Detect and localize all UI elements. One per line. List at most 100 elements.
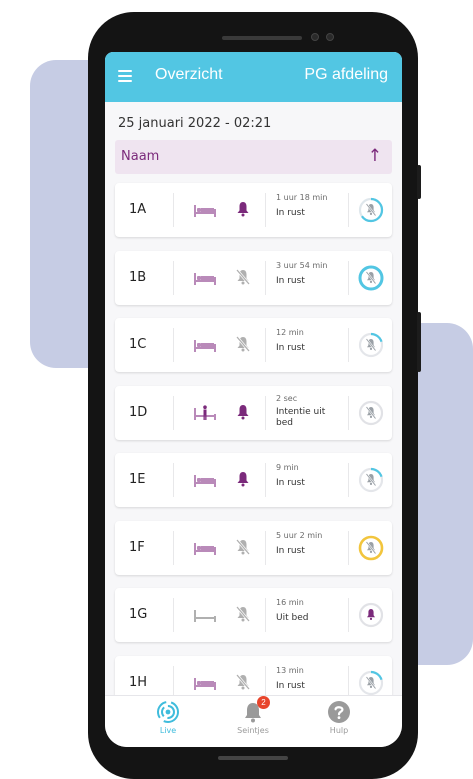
duration: 1 uur 18 min <box>276 193 328 202</box>
bed-status-icon <box>193 540 217 556</box>
bell-icon[interactable] <box>236 404 250 420</box>
divider <box>348 193 349 227</box>
divider <box>265 193 266 227</box>
duration: 12 min <box>276 328 304 337</box>
room-name: 1G <box>129 607 148 622</box>
duration: 3 uur 54 min <box>276 261 328 270</box>
notification-badge: 2 <box>257 696 270 709</box>
room-name: 1H <box>129 675 148 690</box>
divider <box>348 463 349 497</box>
room-status: In rust <box>276 546 305 556</box>
bed-status-icon <box>193 472 217 488</box>
bed-status-icon <box>193 607 217 623</box>
room-row[interactable]: 1G 16 min Uit bed <box>115 588 392 642</box>
bed-status-icon <box>193 202 217 218</box>
duration: 2 sec <box>276 394 298 403</box>
divider <box>348 328 349 362</box>
divider <box>348 598 349 632</box>
bed-status-icon <box>193 270 217 286</box>
room-status: Uit bed <box>276 613 309 623</box>
divider <box>265 463 266 497</box>
bed-status-icon <box>193 405 217 421</box>
sort-label: Naam <box>121 149 160 164</box>
room-status: In rust <box>276 276 305 286</box>
sort-bar[interactable]: Naam ↑ <box>115 140 392 174</box>
room-status: In rust <box>276 208 305 218</box>
room-status: In rust <box>276 343 305 353</box>
duration: 13 min <box>276 666 304 675</box>
divider <box>348 531 349 565</box>
room-row[interactable]: 1A 1 uur 18 min In rust <box>115 183 392 237</box>
alarm-ring-icon[interactable] <box>357 669 385 697</box>
department-selector[interactable]: PG afdeling <box>304 66 388 84</box>
room-status: Intentie uit bed <box>276 407 326 428</box>
app-screen: Overzicht PG afdeling 25 januari 2022 - … <box>105 52 402 747</box>
room-status: In rust <box>276 478 305 488</box>
room-name: 1B <box>129 270 147 285</box>
divider <box>173 261 174 295</box>
divider <box>265 396 266 430</box>
bell-icon[interactable] <box>236 471 250 487</box>
alarm-ring-icon[interactable] <box>357 196 385 224</box>
room-row[interactable]: 1D 2 sec Intentie uit bed <box>115 386 392 440</box>
divider <box>173 531 174 565</box>
divider <box>265 598 266 632</box>
duration: 5 uur 2 min <box>276 531 323 540</box>
room-name: 1A <box>129 202 147 217</box>
divider <box>173 328 174 362</box>
alarm-ring-icon[interactable] <box>357 331 385 359</box>
bell-muted-icon[interactable] <box>236 336 250 352</box>
arrow-up-icon[interactable]: ↑ <box>368 146 382 166</box>
current-datetime: 25 januari 2022 - 02:21 <box>118 116 272 131</box>
alarm-ring-icon[interactable] <box>357 534 385 562</box>
bell-muted-icon[interactable] <box>236 606 250 622</box>
alarm-ring-icon[interactable] <box>357 601 385 629</box>
room-row[interactable]: 1F 5 uur 2 min In rust <box>115 521 392 575</box>
phone-sensor <box>326 33 334 41</box>
nav-live-label: Live <box>159 726 177 735</box>
menu-icon[interactable] <box>118 70 132 82</box>
help-icon <box>327 700 351 724</box>
nav-hulp[interactable]: Hulp <box>304 700 374 735</box>
nav-live[interactable]: Live <box>133 700 203 735</box>
phone-volume-button <box>417 312 421 372</box>
room-row[interactable]: 1C 12 min In rust <box>115 318 392 372</box>
bell-muted-icon[interactable] <box>236 674 250 690</box>
live-signal-icon <box>156 700 180 724</box>
duration: 9 min <box>276 463 299 472</box>
alarm-ring-icon[interactable] <box>357 466 385 494</box>
bell-icon: 2 <box>241 696 270 724</box>
nav-seintjes-label: Seintjes <box>237 726 269 735</box>
divider <box>173 193 174 227</box>
app-title: Overzicht <box>155 66 223 83</box>
duration: 16 min <box>276 598 304 607</box>
room-status: In rust <box>276 681 305 691</box>
nav-seintjes[interactable]: 2 Seintjes <box>218 696 288 735</box>
app-bar: Overzicht PG afdeling <box>105 52 402 102</box>
room-name: 1D <box>129 405 148 420</box>
nav-hulp-label: Hulp <box>329 726 349 735</box>
home-indicator <box>218 756 288 760</box>
alarm-ring-icon[interactable] <box>357 264 385 292</box>
divider <box>348 396 349 430</box>
phone-camera <box>311 33 319 41</box>
divider <box>173 396 174 430</box>
bell-muted-icon[interactable] <box>236 539 250 555</box>
phone-side-button <box>417 165 421 199</box>
divider <box>348 261 349 295</box>
phone-speaker <box>222 36 302 40</box>
bell-icon[interactable] <box>236 201 250 217</box>
bottom-navigation: Live 2 Seintjes Hulp <box>105 695 402 747</box>
room-name: 1C <box>129 337 147 352</box>
bell-muted-icon[interactable] <box>236 269 250 285</box>
room-name: 1F <box>129 540 145 555</box>
room-row[interactable]: 1B 3 uur 54 min In rust <box>115 251 392 305</box>
divider <box>265 261 266 295</box>
room-row[interactable]: 1E 9 min In rust <box>115 453 392 507</box>
room-name: 1E <box>129 472 146 487</box>
divider <box>265 328 266 362</box>
bed-status-icon <box>193 675 217 691</box>
divider <box>265 531 266 565</box>
alarm-ring-icon[interactable] <box>357 399 385 427</box>
divider <box>173 463 174 497</box>
